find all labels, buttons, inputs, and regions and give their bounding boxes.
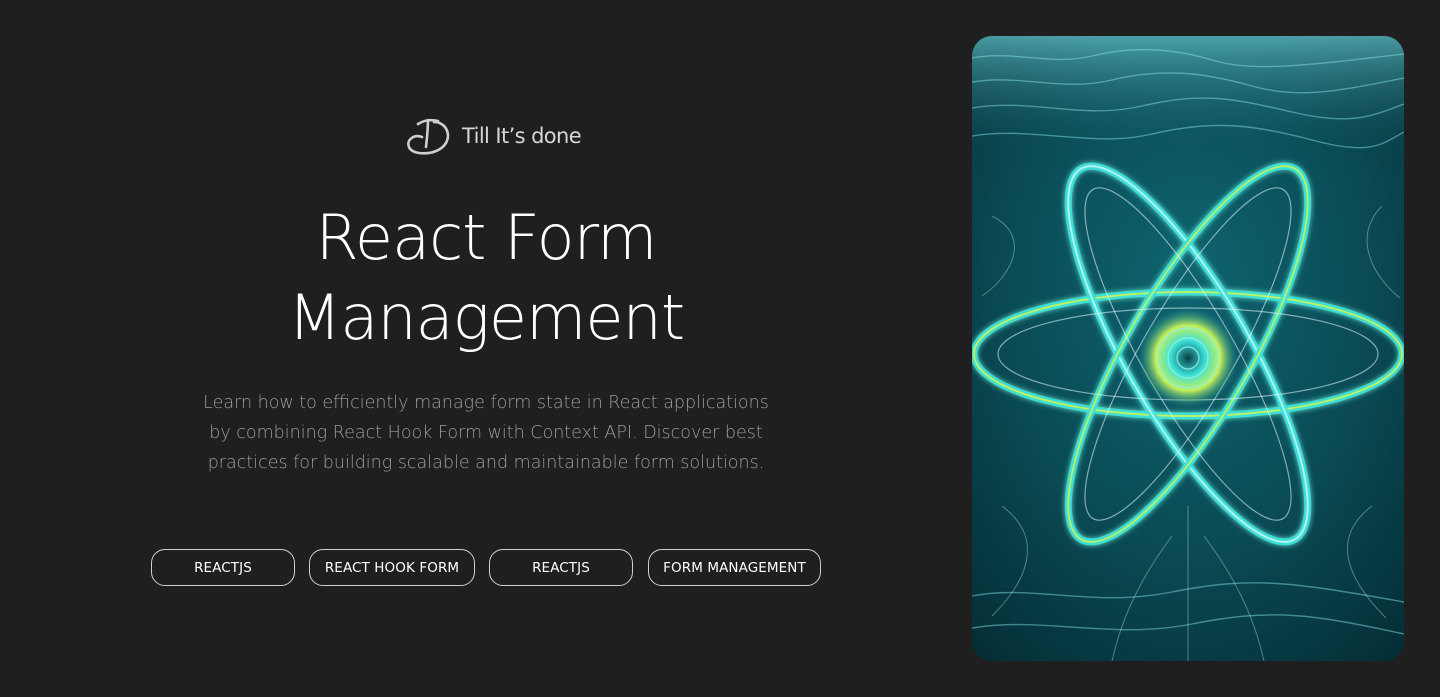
page-title-line-1: React Form bbox=[315, 201, 658, 274]
atom-core-whirlpool bbox=[1138, 308, 1238, 408]
react-ocean-artwork-image bbox=[972, 36, 1404, 661]
tag-react-hook-form-button[interactable]: REACT HOOK FORM bbox=[309, 549, 475, 586]
hero-section: Till It’s done React Form Management Lea… bbox=[0, 0, 972, 697]
page-description: Learn how to efficiently manage form sta… bbox=[166, 388, 806, 478]
tag-form-management-button[interactable]: FORM MANAGEMENT bbox=[648, 549, 821, 586]
tag-reactjs-button[interactable]: REACTJS bbox=[151, 549, 295, 586]
cover-artwork bbox=[972, 36, 1404, 661]
page-title: React Form Management bbox=[186, 198, 786, 358]
brand[interactable]: Till It’s done bbox=[404, 114, 582, 158]
description-line-2: by combining React Hook Form with Contex… bbox=[209, 423, 763, 443]
tag-reactjs-secondary-button[interactable]: REACTJS bbox=[489, 549, 633, 586]
td-script-logo-icon bbox=[407, 118, 450, 155]
page-title-line-2: Management bbox=[287, 281, 685, 354]
blog-post-hero-page: Till It’s done React Form Management Lea… bbox=[0, 0, 1440, 697]
tag-list: REACTJS REACT HOOK FORM REACTJS FORM MAN… bbox=[0, 549, 972, 587]
brand-name: Till It’s done bbox=[462, 124, 582, 148]
description-line-1: Learn how to efficiently manage form sta… bbox=[203, 393, 769, 413]
description-line-3: practices for building scalable and main… bbox=[207, 453, 765, 473]
